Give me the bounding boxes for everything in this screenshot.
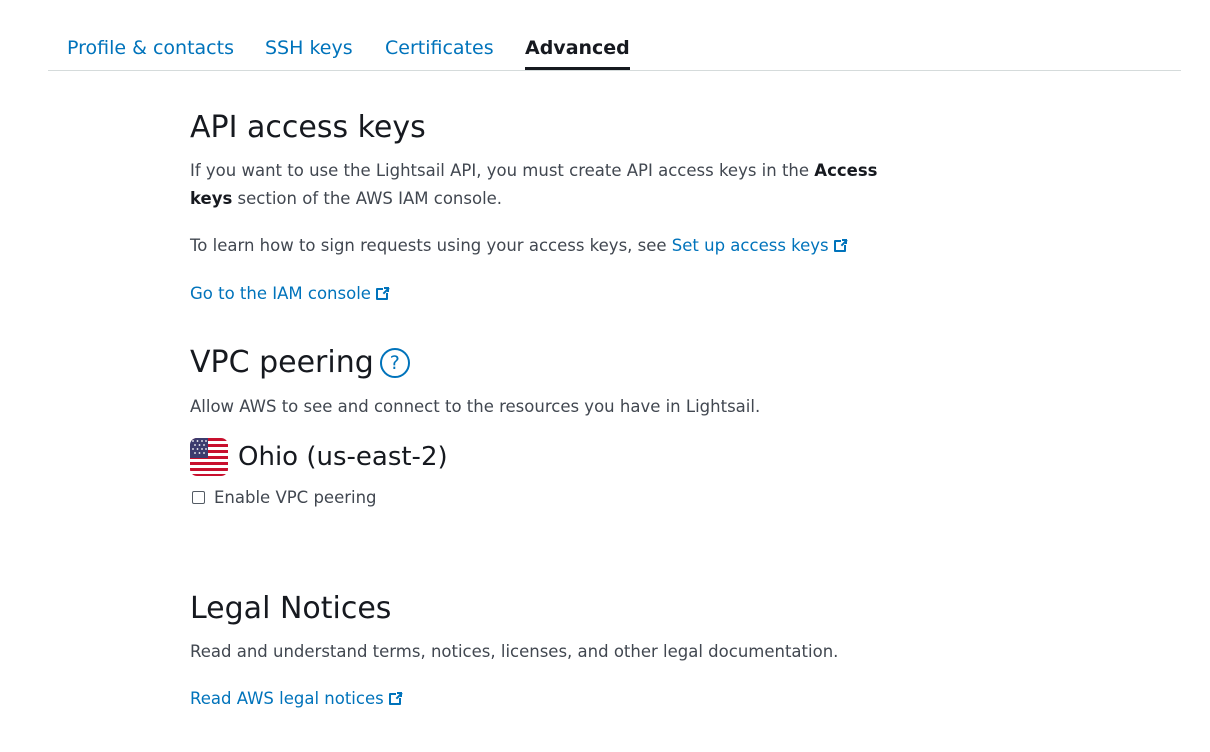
account-tabs: Profile & contacts SSH keys Certificates… — [48, 0, 1181, 71]
read-aws-legal-notices-link[interactable]: Read AWS legal notices — [190, 689, 403, 708]
region-name: Ohio (us-east-2) — [238, 442, 448, 472]
learn-access-keys-text: To learn how to sign requests using your… — [190, 232, 910, 260]
legal-notices-link-row: Read AWS legal notices — [190, 685, 910, 713]
go-to-iam-console-link[interactable]: Go to the IAM console — [190, 284, 390, 303]
tab-profile-contacts[interactable]: Profile & contacts — [67, 37, 234, 70]
us-flag-icon — [190, 438, 228, 476]
help-icon[interactable]: ? — [379, 348, 410, 378]
legal-notices-heading: Legal Notices — [190, 591, 392, 626]
enable-vpc-peering-row[interactable]: Enable VPC peering — [190, 488, 377, 507]
iam-console-row: Go to the IAM console — [190, 280, 910, 308]
set-up-access-keys-link[interactable]: Set up access keys — [672, 236, 848, 255]
api-keys-heading: API access keys — [190, 110, 426, 145]
region-row: Ohio (us-east-2) — [190, 437, 448, 477]
account-page: Profile & contacts SSH keys Certificates… — [0, 0, 1210, 752]
enable-vpc-peering-label[interactable]: Enable VPC peering — [214, 488, 377, 507]
external-link-icon — [375, 286, 390, 300]
legal-notices-description: Read and understand terms, notices, lice… — [190, 642, 839, 661]
vpc-peering-heading: VPC peering? — [190, 345, 410, 380]
tab-certificates[interactable]: Certificates — [385, 37, 494, 70]
enable-vpc-peering-checkbox[interactable] — [192, 491, 205, 504]
vpc-peering-description: Allow AWS to see and connect to the reso… — [190, 397, 761, 416]
external-link-icon — [833, 238, 848, 252]
tab-ssh-keys[interactable]: SSH keys — [265, 37, 353, 70]
api-keys-description: If you want to use the Lightsail API, yo… — [190, 161, 878, 208]
external-link-icon — [388, 691, 403, 705]
tab-advanced[interactable]: Advanced — [525, 37, 630, 70]
